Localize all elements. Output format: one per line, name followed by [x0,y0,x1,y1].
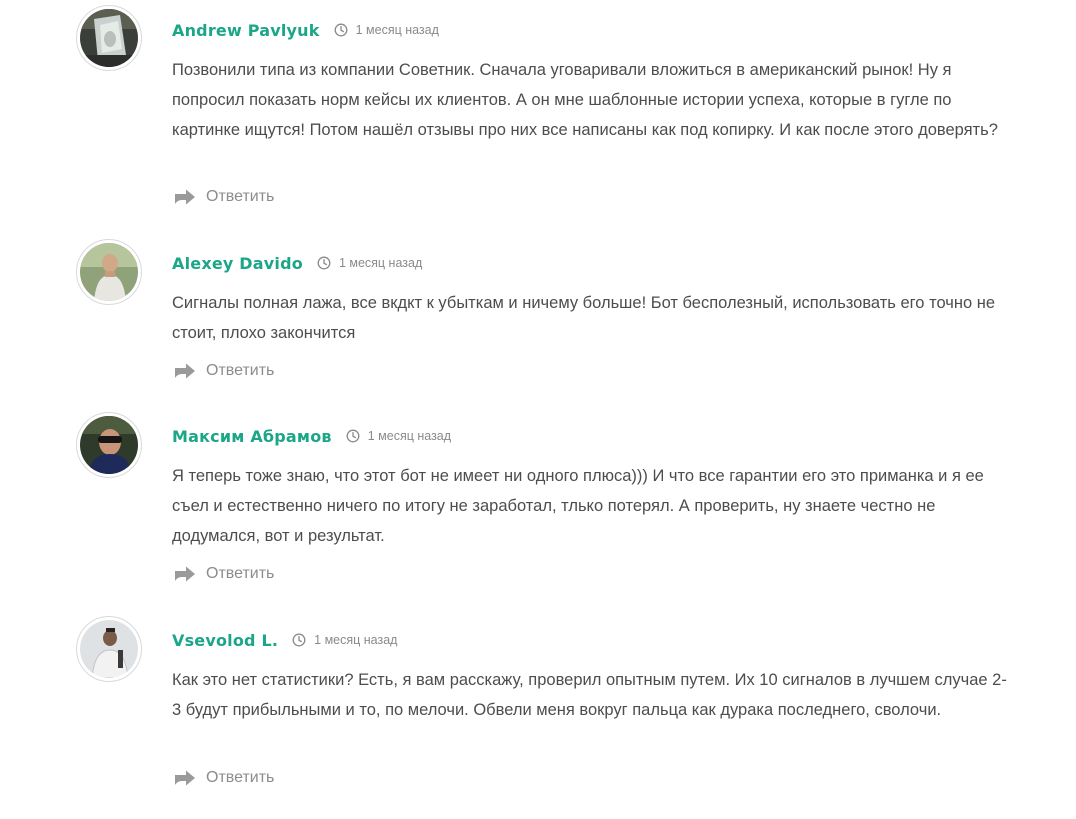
avatar[interactable] [76,412,142,478]
comment-time-label: 1 месяц назад [367,429,452,443]
comment-author[interactable]: Alexey Davido [172,254,303,273]
comment-time-label: 1 месяц назад [338,256,423,270]
reply-label: Ответить [206,188,275,205]
clock-icon [292,633,306,647]
comment-text: Позвонили типа из компании Советник. Сна… [172,61,998,139]
reply-label: Ответить [206,565,275,582]
avatar[interactable] [76,239,142,305]
avatar[interactable] [76,5,142,71]
reply-button[interactable]: Ответить [174,767,274,789]
avatar[interactable] [76,616,142,682]
comment-time[interactable]: 1 месяц назад [334,23,439,37]
comment-meta: Alexey Davido 1 месяц назад [172,251,422,275]
comment-meta: Максим Абрамов 1 месяц назад [172,424,451,448]
comment-time[interactable]: 1 месяц назад [292,633,397,647]
comment-author[interactable]: Максим Абрамов [172,427,332,446]
reply-button[interactable]: Ответить [174,563,274,585]
reply-arrow-icon [174,565,196,583]
reply-label: Ответить [206,769,275,786]
clock-icon [334,23,348,37]
comment-time[interactable]: 1 месяц назад [346,429,451,443]
reply-button[interactable]: Ответить [174,186,274,208]
comment-time-label: 1 месяц назад [314,633,398,647]
clock-icon [346,429,360,443]
reply-label: Ответить [206,362,275,379]
comment-text: Как это нет статистики? Есть, я вам расс… [172,671,1007,719]
comment-time[interactable]: 1 месяц назад [317,256,422,270]
comment-time-label: 1 месяц назад [355,23,439,37]
comment-text: Сигналы полная лажа, все вкдкт к убыткам… [172,294,996,342]
comment-author[interactable]: Vsevolod L. [172,631,278,650]
reply-arrow-icon [174,362,196,380]
reply-button[interactable]: Ответить [174,360,274,382]
clock-icon [317,256,331,270]
comment-author[interactable]: Andrew Pavlyuk [172,21,320,40]
comment-meta: Vsevolod L. 1 месяц назад [172,628,397,652]
reply-arrow-icon [174,188,196,206]
comment-text: Я теперь тоже знаю, что этот бот не имее… [172,467,984,545]
reply-arrow-icon [174,769,196,787]
comment-meta: Andrew Pavlyuk 1 месяц назад [172,18,439,42]
